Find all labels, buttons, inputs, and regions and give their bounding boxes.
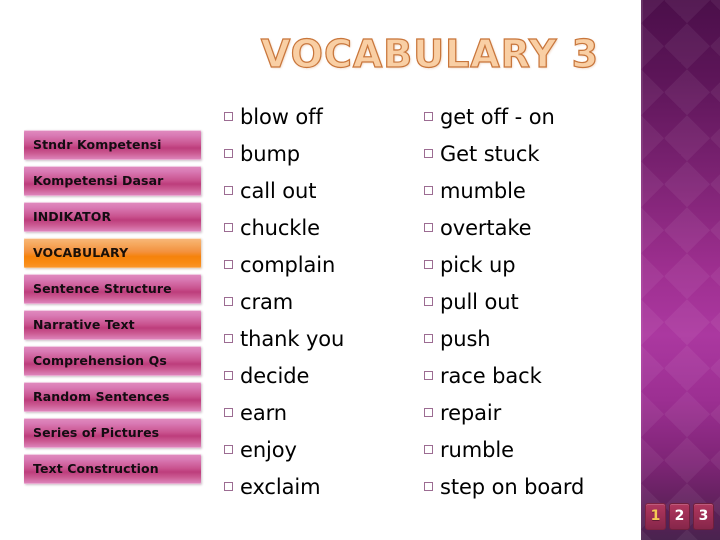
page-badge-3[interactable]: 3 — [693, 502, 714, 530]
page-badge-2[interactable]: 2 — [669, 502, 690, 530]
list-item-label: cram — [240, 290, 294, 314]
list-item: rumble — [424, 437, 642, 474]
sidebar-item-label: INDIKATOR — [33, 209, 112, 224]
sidebar-item-label: Kompetensi Dasar — [33, 173, 164, 188]
vocabulary-column-2: get off - on Get stuck mumble overtake p… — [424, 104, 642, 511]
list-item-label: rumble — [440, 438, 514, 462]
list-item-label: pick up — [440, 253, 516, 277]
sidebar-item-label: Sentence Structure — [33, 281, 172, 296]
list-item-label: earn — [240, 401, 287, 425]
decorative-side-panel — [641, 0, 720, 540]
vocabulary-column-1: blow off bump call out chuckle complain … — [224, 104, 424, 511]
list-item-label: pull out — [440, 290, 519, 314]
list-item-label: Get stuck — [440, 142, 540, 166]
hollow-square-bullet-icon — [424, 260, 433, 269]
hollow-square-bullet-icon — [424, 297, 433, 306]
list-item: cram — [224, 289, 424, 326]
hollow-square-bullet-icon — [224, 334, 233, 343]
sidebar-nav: Stndr Kompetensi Kompetensi Dasar INDIKA… — [24, 130, 201, 490]
sidebar-item-random-sentences[interactable]: Random Sentences — [24, 382, 201, 412]
list-item: blow off — [224, 104, 424, 141]
list-item: decide — [224, 363, 424, 400]
list-item-label: exclaim — [240, 475, 321, 499]
list-item: exclaim — [224, 474, 424, 511]
list-item: race back — [424, 363, 642, 400]
list-item: pick up — [424, 252, 642, 289]
sidebar-item-vocabulary[interactable]: VOCABULARY — [24, 238, 201, 268]
sidebar-item-series-of-pictures[interactable]: Series of Pictures — [24, 418, 201, 448]
hollow-square-bullet-icon — [424, 223, 433, 232]
hollow-square-bullet-icon — [224, 408, 233, 417]
hollow-square-bullet-icon — [224, 186, 233, 195]
sidebar-item-kompetensi-dasar[interactable]: Kompetensi Dasar — [24, 166, 201, 196]
sidebar-item-label: Narrative Text — [33, 317, 135, 332]
hollow-square-bullet-icon — [424, 482, 433, 491]
sidebar-item-sentence-structure[interactable]: Sentence Structure — [24, 274, 201, 304]
list-item: get off - on — [424, 104, 642, 141]
list-item-label: mumble — [440, 179, 526, 203]
list-item: thank you — [224, 326, 424, 363]
hollow-square-bullet-icon — [224, 149, 233, 158]
hollow-square-bullet-icon — [424, 112, 433, 121]
list-item: push — [424, 326, 642, 363]
hollow-square-bullet-icon — [424, 334, 433, 343]
list-item: chuckle — [224, 215, 424, 252]
list-item-label: get off - on — [440, 105, 555, 129]
page-title: VOCABULARY 3 — [230, 28, 630, 82]
list-item: call out — [224, 178, 424, 215]
hollow-square-bullet-icon — [424, 186, 433, 195]
hollow-square-bullet-icon — [424, 149, 433, 158]
list-item-label: call out — [240, 179, 317, 203]
list-item: complain — [224, 252, 424, 289]
list-item-label: decide — [240, 364, 310, 388]
hollow-square-bullet-icon — [224, 445, 233, 454]
list-item-label: repair — [440, 401, 502, 425]
hollow-square-bullet-icon — [424, 445, 433, 454]
sidebar-item-label: VOCABULARY — [33, 245, 129, 260]
list-item: enjoy — [224, 437, 424, 474]
diamond-pattern-overlay — [641, 0, 720, 540]
sidebar-item-label: Random Sentences — [33, 389, 170, 404]
sidebar-item-label: Series of Pictures — [33, 425, 160, 440]
hollow-square-bullet-icon — [224, 297, 233, 306]
list-item-label: enjoy — [240, 438, 297, 462]
hollow-square-bullet-icon — [424, 408, 433, 417]
list-item-label: blow off — [240, 105, 323, 129]
hollow-square-bullet-icon — [424, 371, 433, 380]
list-item-label: push — [440, 327, 491, 351]
list-item: pull out — [424, 289, 642, 326]
page-badge-1[interactable]: 1 — [645, 502, 666, 530]
hollow-square-bullet-icon — [224, 223, 233, 232]
sidebar-item-label: Text Construction — [33, 461, 159, 476]
sidebar-item-narrative-text[interactable]: Narrative Text — [24, 310, 201, 340]
list-item: Get stuck — [424, 141, 642, 178]
list-item: step on board — [424, 474, 642, 511]
list-item: bump — [224, 141, 424, 178]
sidebar-item-label: Comprehension Qs — [33, 353, 167, 368]
sidebar-item-label: Stndr Kompetensi — [33, 137, 162, 152]
list-item: overtake — [424, 215, 642, 252]
sidebar-item-comprehension-qs[interactable]: Comprehension Qs — [24, 346, 201, 376]
pagination: 1 2 3 — [641, 500, 720, 532]
list-item: repair — [424, 400, 642, 437]
list-item-label: thank you — [240, 327, 345, 351]
list-item-label: bump — [240, 142, 301, 166]
sidebar-item-indikator[interactable]: INDIKATOR — [24, 202, 201, 232]
list-item-label: overtake — [440, 216, 532, 240]
hollow-square-bullet-icon — [224, 112, 233, 121]
list-item-label: complain — [240, 253, 336, 277]
hollow-square-bullet-icon — [224, 260, 233, 269]
list-item-label: race back — [440, 364, 542, 388]
list-item-label: step on board — [440, 475, 585, 499]
hollow-square-bullet-icon — [224, 371, 233, 380]
list-item: mumble — [424, 178, 642, 215]
slide-canvas: VOCABULARY 3 Stndr Kompetensi Kompetensi… — [0, 0, 720, 540]
list-item-label: chuckle — [240, 216, 320, 240]
hollow-square-bullet-icon — [224, 482, 233, 491]
list-item: earn — [224, 400, 424, 437]
sidebar-item-stndr-kompetensi[interactable]: Stndr Kompetensi — [24, 130, 201, 160]
sidebar-item-text-construction[interactable]: Text Construction — [24, 454, 201, 484]
